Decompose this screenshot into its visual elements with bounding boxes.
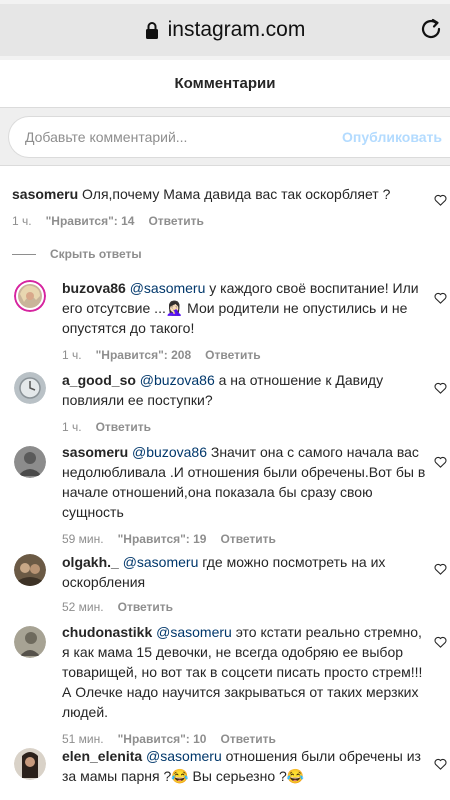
- comment-username[interactable]: buzova86: [62, 280, 126, 296]
- comment-username[interactable]: chudonastikk: [62, 624, 152, 640]
- comment-likes[interactable]: "Нравится": 10: [118, 732, 207, 746]
- heart-outline-icon[interactable]: [434, 563, 447, 575]
- reply-button[interactable]: Ответить: [220, 532, 275, 546]
- mention-link[interactable]: @buzova86: [140, 372, 215, 388]
- avatar[interactable]: [14, 748, 46, 780]
- reply-button[interactable]: Ответить: [205, 348, 260, 362]
- reply-button[interactable]: Ответить: [220, 732, 275, 746]
- avatar[interactable]: [14, 280, 46, 312]
- heart-outline-icon[interactable]: [434, 636, 447, 648]
- url-text[interactable]: instagram.com: [168, 18, 306, 42]
- comment-likes[interactable]: "Нравится": 19: [118, 532, 207, 546]
- reload-icon[interactable]: [418, 16, 444, 42]
- comment-username[interactable]: sasomeru: [62, 444, 128, 460]
- reply-button[interactable]: Ответить: [148, 214, 203, 228]
- avatar[interactable]: [14, 446, 46, 478]
- comment-likes[interactable]: "Нравится": 14: [46, 214, 135, 228]
- comment-text: a_good_so @buzova86 а на отношение к Дав…: [62, 372, 384, 408]
- comment-composer-bar: Опубликовать: [0, 108, 450, 166]
- comment-input[interactable]: [25, 117, 325, 157]
- heart-outline-icon[interactable]: [434, 382, 447, 394]
- comment-meta: 1 ч. Ответить: [62, 420, 152, 434]
- avatar[interactable]: [14, 554, 46, 586]
- mention-link[interactable]: @sasomeru: [130, 280, 206, 296]
- avatar[interactable]: [14, 372, 46, 404]
- reply-button[interactable]: Ответить: [118, 600, 173, 614]
- avatar[interactable]: [14, 626, 46, 658]
- mention-link[interactable]: @sasomeru: [123, 554, 199, 570]
- comment-text: buzova86 @sasomeru у каждого своё воспит…: [62, 280, 419, 336]
- comment-meta: 1 ч. "Нравится": 208 Ответить: [62, 348, 261, 362]
- browser-address-bar: instagram.com: [0, 0, 450, 60]
- comment-text: elen_elenita @sasomeru отношения были об…: [62, 748, 421, 784]
- publish-button[interactable]: Опубликовать: [342, 117, 442, 157]
- comment-text: sasomeru Оля,почему Мама давида вас так …: [12, 186, 391, 202]
- page-title: Комментарии: [174, 75, 276, 92]
- comment-username[interactable]: a_good_so: [62, 372, 136, 388]
- heart-outline-icon[interactable]: [434, 456, 447, 468]
- mention-link[interactable]: @sasomeru: [156, 624, 232, 640]
- divider: [12, 253, 36, 255]
- comment-text: chudonastikk @sasomeru это кстати реальн…: [62, 624, 423, 720]
- comment-username[interactable]: olgakh._: [62, 554, 119, 570]
- comment-username[interactable]: elen_elenita: [62, 748, 142, 764]
- comment-meta: 59 мин. "Нравится": 19 Ответить: [62, 532, 276, 546]
- comment-meta: 1 ч. "Нравится": 14 Ответить: [12, 214, 218, 228]
- comment-meta: 52 мин. Ответить: [62, 600, 174, 614]
- mention-link[interactable]: @buzova86: [132, 444, 207, 460]
- hide-replies-button[interactable]: Скрыть ответы: [12, 247, 142, 261]
- heart-outline-icon[interactable]: [434, 194, 447, 206]
- lock-icon: [145, 22, 158, 39]
- comment-composer: Опубликовать: [8, 116, 450, 158]
- comment-username[interactable]: sasomeru: [12, 186, 78, 202]
- heart-outline-icon[interactable]: [434, 292, 447, 304]
- comment-text: sasomeru @buzova86 Значит она с самого н…: [62, 444, 426, 520]
- comments-header: Комментарии: [0, 60, 450, 108]
- comment-likes[interactable]: "Нравится": 208: [96, 348, 192, 362]
- comment-meta: 51 мин. "Нравится": 10 Ответить: [62, 732, 276, 746]
- comment-text: olgakh._ @sasomeru где можно посмотреть …: [62, 554, 386, 590]
- heart-outline-icon[interactable]: [434, 758, 447, 770]
- mention-link[interactable]: @sasomeru: [146, 748, 222, 764]
- comment-time: 1 ч.: [12, 214, 32, 228]
- reply-button[interactable]: Ответить: [96, 420, 151, 434]
